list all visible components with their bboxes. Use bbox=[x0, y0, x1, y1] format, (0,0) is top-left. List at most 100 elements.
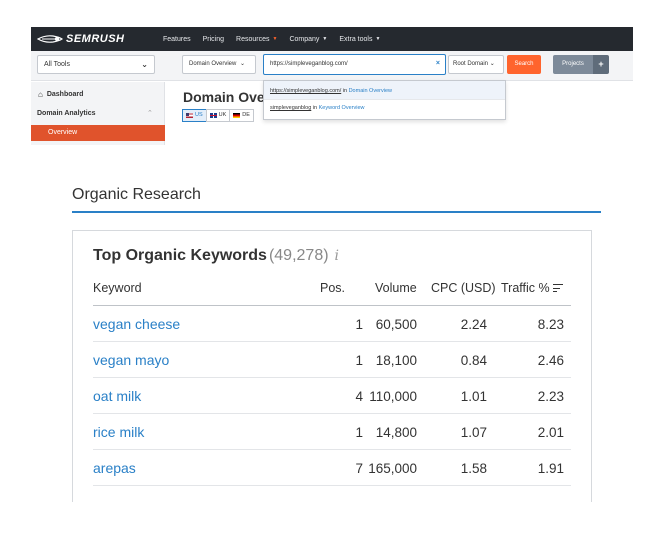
column-header-pos[interactable]: Pos. bbox=[320, 281, 345, 295]
add-project-button[interactable]: + bbox=[593, 55, 609, 74]
sort-descending-icon[interactable] bbox=[553, 283, 563, 293]
suggestion-item[interactable]: https://simpleveganblog.com/ in Domain O… bbox=[270, 88, 392, 94]
home-icon: ⌂ bbox=[38, 90, 43, 99]
table-row: oat milk 4 110,000 1.01 2.23 bbox=[93, 378, 571, 414]
cpc-cell: 1.58 bbox=[460, 461, 487, 476]
sidebar-item-dashboard-label: Dashboard bbox=[46, 91, 84, 98]
nav-pricing[interactable]: Pricing bbox=[203, 36, 224, 43]
domain-search-value: https://simpleveganblog.com/ bbox=[270, 61, 348, 67]
search-suggestions-dropdown: https://simpleveganblog.com/ in Domain O… bbox=[263, 80, 506, 120]
database-de-label: DE bbox=[242, 112, 250, 118]
nav-pricing-label: Pricing bbox=[202, 35, 225, 43]
database-uk-button[interactable]: UK bbox=[205, 109, 231, 122]
traffic-cell: 2.01 bbox=[537, 425, 564, 440]
position-cell: 7 bbox=[355, 461, 363, 476]
nav-features-label: Features bbox=[163, 35, 191, 43]
semrush-flame-icon bbox=[37, 35, 63, 43]
cpc-cell: 1.01 bbox=[460, 389, 487, 404]
clear-icon[interactable]: × bbox=[436, 55, 440, 73]
sidebar-item-dashboard[interactable]: ⌂ Dashboard bbox=[38, 90, 83, 99]
uk-flag-icon bbox=[209, 113, 217, 118]
database-uk-label: UK bbox=[218, 112, 227, 118]
nav-resources[interactable]: Resources ▼ bbox=[236, 36, 277, 43]
info-icon[interactable]: i bbox=[335, 248, 339, 264]
tools-select[interactable]: All Tools ⌄ bbox=[37, 55, 155, 74]
scope-select-value: Root Domain bbox=[453, 61, 489, 67]
divider bbox=[264, 99, 505, 100]
semrush-logo[interactable]: SEMRUSH bbox=[37, 32, 125, 46]
chevron-down-icon: ▼ bbox=[322, 36, 328, 42]
widget-title-text[interactable]: Top Organic Keywords bbox=[93, 247, 267, 264]
nav-extra-tools[interactable]: Extra tools ▼ bbox=[339, 36, 380, 43]
sidebar-section-domain-analytics[interactable]: Domain Analytics bbox=[37, 110, 95, 117]
brand-name: SEMRUSH bbox=[66, 33, 125, 45]
de-flag-icon bbox=[233, 113, 241, 118]
database-us-label: US bbox=[195, 112, 203, 118]
column-header-cpc[interactable]: CPC (USD) bbox=[431, 281, 496, 295]
search-button[interactable]: Search bbox=[507, 55, 541, 74]
sidebar-item-overview[interactable]: Overview bbox=[31, 125, 165, 141]
report-type-value: Domain Overview bbox=[189, 61, 237, 67]
keyword-link[interactable]: vegan cheese bbox=[93, 316, 180, 332]
chevron-down-icon: ▼ bbox=[375, 36, 381, 42]
suggestion-target: Keyword Overview bbox=[318, 105, 365, 111]
column-header-volume[interactable]: Volume bbox=[375, 281, 417, 295]
keyword-link[interactable]: arepas bbox=[93, 460, 136, 476]
cpc-cell: 1.07 bbox=[460, 425, 487, 440]
table-row: vegan mayo 1 18,100 0.84 2.46 bbox=[93, 342, 571, 378]
section-divider bbox=[72, 211, 601, 213]
sidebar: ⌂ Dashboard Domain Analytics ⌃ Overview bbox=[31, 82, 165, 145]
section-title: Organic Research bbox=[72, 186, 201, 203]
keyword-link[interactable]: vegan mayo bbox=[93, 352, 169, 368]
column-header-keyword: Keyword bbox=[93, 281, 142, 295]
page-title: Domain Ove bbox=[183, 89, 265, 105]
tools-select-value: All Tools bbox=[44, 61, 70, 68]
suggestion-target: Domain Overview bbox=[348, 88, 392, 94]
suggestion-query: https://simpleveganblog.com/ bbox=[270, 88, 342, 94]
keyword-link[interactable]: oat milk bbox=[93, 388, 141, 404]
nav-resources-label: Resources bbox=[236, 35, 270, 43]
chevron-up-icon[interactable]: ⌃ bbox=[147, 109, 153, 117]
suggestion-query: simpleveganblog bbox=[270, 105, 312, 111]
nav-company-label: Company bbox=[289, 35, 320, 43]
traffic-cell: 2.46 bbox=[537, 353, 564, 368]
database-selector: US UK DE bbox=[182, 109, 254, 122]
keyword-link[interactable]: rice milk bbox=[93, 424, 144, 440]
volume-cell: 60,500 bbox=[375, 317, 417, 332]
database-us-button[interactable]: US bbox=[182, 109, 207, 122]
projects-button[interactable]: Projects bbox=[553, 55, 593, 74]
scope-select[interactable]: Root Domain ⌄ bbox=[448, 55, 504, 74]
traffic-cell: 8.23 bbox=[537, 317, 564, 332]
table-row: rice milk 1 14,800 1.07 2.01 bbox=[93, 414, 571, 450]
nav-features[interactable]: Features bbox=[163, 36, 191, 43]
suggestion-connector: in bbox=[341, 88, 349, 94]
position-cell: 4 bbox=[355, 389, 363, 404]
suggestion-connector: in bbox=[311, 105, 319, 111]
database-de-button[interactable]: DE bbox=[229, 109, 254, 122]
domain-search-input[interactable]: https://simpleveganblog.com/ × bbox=[263, 54, 446, 75]
traffic-cell: 2.23 bbox=[537, 389, 564, 404]
us-flag-icon bbox=[186, 113, 193, 118]
cpc-cell: 2.24 bbox=[460, 317, 487, 332]
volume-cell: 110,000 bbox=[369, 389, 417, 404]
position-cell: 1 bbox=[355, 317, 363, 332]
chevron-down-icon: ⌄ bbox=[489, 61, 495, 67]
nav-extra-tools-label: Extra tools bbox=[339, 35, 373, 43]
position-cell: 1 bbox=[355, 353, 363, 368]
volume-cell: 165,000 bbox=[368, 461, 417, 476]
table-row: vegan cheese 1 60,500 2.24 8.23 bbox=[93, 306, 571, 342]
report-type-select[interactable]: Domain Overview ⌄ bbox=[182, 55, 256, 74]
chevron-down-icon: ▼ bbox=[272, 36, 278, 42]
main-nav: Features Pricing Resources ▼ Company ▼ Ext… bbox=[163, 27, 392, 51]
volume-cell: 18,100 bbox=[375, 353, 417, 368]
chevron-down-icon: ⌄ bbox=[141, 60, 148, 69]
suggestion-item[interactable]: simpleveganblog in Keyword Overview bbox=[270, 105, 364, 111]
keyword-count: (49,278) bbox=[268, 247, 329, 264]
nav-company[interactable]: Company ▼ bbox=[289, 36, 327, 43]
table-row: arepas 7 165,000 1.58 1.91 bbox=[93, 450, 571, 486]
top-navigation-bar: SEMRUSH Features Pricing Resources ▼ Comp… bbox=[31, 27, 633, 51]
column-header-traffic[interactable]: Traffic % bbox=[501, 281, 550, 295]
widget-title: Top Organic Keywords (49,278) i bbox=[93, 247, 339, 265]
chevron-down-icon: ⌄ bbox=[240, 61, 246, 67]
divider bbox=[93, 485, 571, 486]
